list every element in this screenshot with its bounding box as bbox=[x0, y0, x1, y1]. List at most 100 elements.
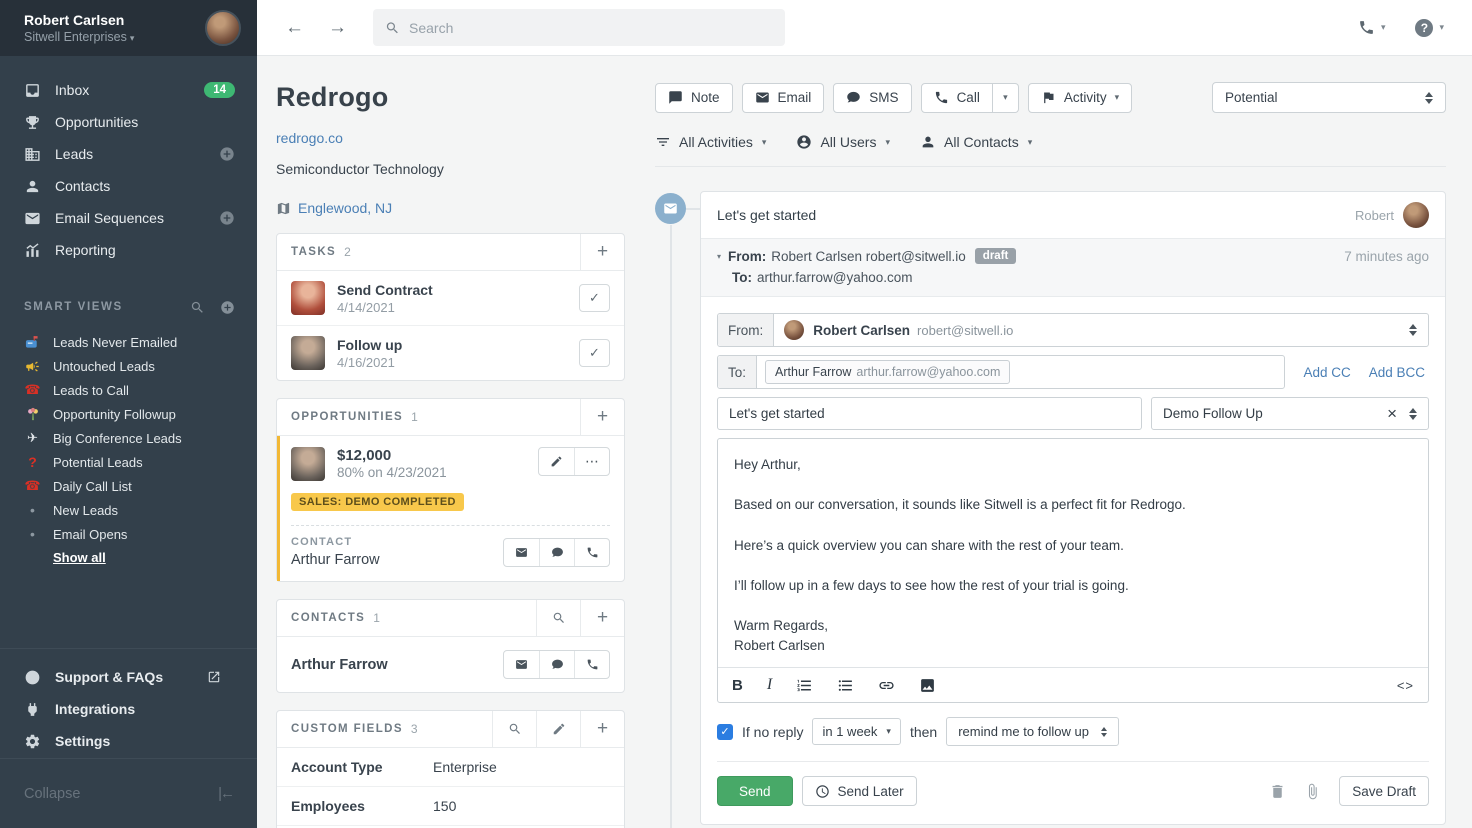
org-switcher[interactable]: Robert Carlsen Sitwell Enterprises▾ bbox=[0, 0, 257, 56]
recipient-chip[interactable]: Arthur Farrow arthur.farrow@yahoo.com bbox=[765, 360, 1010, 384]
numbered-list-button[interactable] bbox=[796, 677, 813, 694]
activity-feed: Let's get started Robert ▾ From: Robert … bbox=[655, 191, 1446, 828]
followup-when-select[interactable]: in 1 week ▾ bbox=[812, 718, 900, 745]
show-all-link[interactable]: Show all bbox=[53, 550, 106, 565]
more-options-button[interactable]: ⋯ bbox=[574, 448, 609, 475]
search-input[interactable] bbox=[409, 20, 773, 36]
search-fields-button[interactable] bbox=[492, 711, 536, 747]
bouquet-icon bbox=[24, 406, 41, 422]
sidebar-item-inbox[interactable]: Inbox 14 bbox=[0, 74, 257, 106]
custom-field-row[interactable]: Account Type Enterprise bbox=[277, 748, 624, 786]
collapse-sidebar-button[interactable]: Collapse |← bbox=[0, 758, 257, 828]
template-select[interactable]: Demo Follow Up × bbox=[1151, 397, 1429, 430]
sidebar-item-support[interactable]: Support & FAQs bbox=[0, 661, 257, 693]
forward-button[interactable]: → bbox=[328, 17, 347, 39]
edit-fields-button[interactable] bbox=[536, 711, 580, 747]
filter-all-contacts[interactable]: All Contacts ▾ bbox=[920, 134, 1032, 150]
email-contact-button[interactable] bbox=[504, 651, 539, 678]
add-sequence-button[interactable] bbox=[219, 210, 235, 226]
email-meta: ▾ From: Robert Carlsen robert@sitwell.io… bbox=[701, 238, 1445, 297]
smart-view-leads-never-emailed[interactable]: Leads Never Emailed bbox=[0, 330, 257, 354]
sidebar-item-opportunities[interactable]: Opportunities bbox=[0, 106, 257, 138]
sms-contact-button[interactable] bbox=[539, 539, 574, 566]
smart-view-opportunity-followup[interactable]: Opportunity Followup bbox=[0, 402, 257, 426]
html-mode-button[interactable]: <> bbox=[1397, 678, 1414, 693]
search-contacts-button[interactable] bbox=[536, 600, 580, 636]
add-bcc-link[interactable]: Add BCC bbox=[1369, 365, 1425, 380]
custom-field-row[interactable]: Employees 150 bbox=[277, 787, 624, 825]
subject-input[interactable] bbox=[717, 397, 1142, 430]
if-no-reply-checkbox[interactable]: ✓ bbox=[717, 724, 733, 740]
filter-all-users[interactable]: All Users ▾ bbox=[796, 134, 890, 150]
send-later-button[interactable]: Send Later bbox=[802, 776, 917, 806]
avatar bbox=[1403, 202, 1429, 228]
bold-button[interactable]: B bbox=[732, 677, 743, 694]
sidebar-item-leads[interactable]: Leads bbox=[0, 138, 257, 170]
lead-status-select[interactable]: Potential bbox=[1212, 82, 1446, 113]
global-search[interactable] bbox=[373, 9, 785, 46]
email-body-editor[interactable]: Hey Arthur, Based on our conversation, i… bbox=[717, 438, 1429, 703]
sidebar-item-reporting[interactable]: Reporting bbox=[0, 234, 257, 266]
sms-contact-button[interactable] bbox=[539, 651, 574, 678]
sidebar-item-email-sequences[interactable]: Email Sequences bbox=[0, 202, 257, 234]
send-button[interactable]: Send bbox=[717, 776, 793, 806]
phone-menu[interactable]: ▾ bbox=[1358, 19, 1386, 36]
search-icon[interactable] bbox=[190, 300, 205, 315]
lead-location-link[interactable]: Englewood, NJ bbox=[298, 200, 392, 216]
complete-task-button[interactable]: ✓ bbox=[579, 339, 610, 367]
task-row[interactable]: Send Contract 4/14/2021 ✓ bbox=[277, 271, 624, 325]
call-contact-button[interactable] bbox=[574, 539, 609, 566]
delete-draft-button[interactable] bbox=[1269, 783, 1286, 800]
email-contact-button[interactable] bbox=[504, 539, 539, 566]
from-select[interactable]: From: Robert Carlsen robert@sitwell.io bbox=[717, 313, 1429, 347]
help-menu[interactable]: ? ▾ bbox=[1415, 19, 1444, 37]
add-cc-link[interactable]: Add CC bbox=[1303, 365, 1350, 380]
opportunities-count: 1 bbox=[411, 410, 418, 424]
collapse-email-icon[interactable]: ▾ bbox=[717, 252, 721, 261]
back-button[interactable]: ← bbox=[285, 17, 304, 39]
add-task-button[interactable]: + bbox=[580, 234, 624, 270]
italic-button[interactable]: I bbox=[767, 676, 772, 694]
note-button[interactable]: Note bbox=[655, 83, 733, 113]
add-opportunity-button[interactable]: + bbox=[580, 399, 624, 435]
user-avatar[interactable] bbox=[205, 10, 241, 46]
add-contact-button[interactable]: + bbox=[580, 600, 624, 636]
add-field-button[interactable]: + bbox=[580, 711, 624, 747]
complete-task-button[interactable]: ✓ bbox=[579, 284, 610, 312]
save-draft-button[interactable]: Save Draft bbox=[1339, 776, 1429, 806]
add-lead-button[interactable] bbox=[219, 146, 235, 162]
smart-view-leads-to-call[interactable]: ☎ Leads to Call bbox=[0, 378, 257, 402]
to-field[interactable]: To: Arthur Farrow arthur.farrow@yahoo.co… bbox=[717, 355, 1285, 389]
numbered-list-icon bbox=[796, 677, 813, 694]
task-row[interactable]: Follow up 4/16/2021 ✓ bbox=[277, 326, 624, 380]
bulleted-list-button[interactable] bbox=[837, 677, 854, 694]
activity-button[interactable]: Activity ▾ bbox=[1028, 83, 1132, 113]
person-circle-icon bbox=[796, 134, 812, 150]
call-button[interactable]: Call bbox=[921, 83, 993, 113]
link-button[interactable] bbox=[878, 677, 895, 694]
stepper-icon bbox=[1409, 408, 1417, 420]
attach-file-button[interactable] bbox=[1304, 783, 1321, 800]
smart-view-big-conference-leads[interactable]: ✈ Big Conference Leads bbox=[0, 426, 257, 450]
image-button[interactable] bbox=[919, 677, 936, 694]
contact-row[interactable]: Arthur Farrow bbox=[277, 637, 624, 692]
call-contact-button[interactable] bbox=[574, 651, 609, 678]
smart-view-potential-leads[interactable]: ? Potential Leads bbox=[0, 450, 257, 474]
email-button[interactable]: Email bbox=[742, 83, 825, 113]
edit-opportunity-button[interactable] bbox=[539, 448, 574, 475]
add-smart-view-icon[interactable] bbox=[220, 300, 235, 315]
sms-button[interactable]: SMS bbox=[833, 83, 911, 113]
filter-all-activities[interactable]: All Activities ▾ bbox=[655, 134, 766, 150]
smart-view-untouched-leads[interactable]: Untouched Leads bbox=[0, 354, 257, 378]
call-options-button[interactable]: ▾ bbox=[993, 83, 1019, 113]
draft-badge: draft bbox=[975, 248, 1017, 264]
followup-action-select[interactable]: remind me to follow up bbox=[946, 717, 1119, 746]
smart-view-daily-call-list[interactable]: ☎ Daily Call List bbox=[0, 474, 257, 498]
sidebar-item-settings[interactable]: Settings bbox=[0, 725, 257, 757]
lead-website-link[interactable]: redrogo.co bbox=[276, 130, 343, 146]
clear-template-icon[interactable]: × bbox=[1387, 405, 1397, 422]
smart-view-email-opens[interactable]: • Email Opens bbox=[0, 522, 257, 546]
smart-view-new-leads[interactable]: • New Leads bbox=[0, 498, 257, 522]
sidebar-item-integrations[interactable]: Integrations bbox=[0, 693, 257, 725]
sidebar-item-contacts[interactable]: Contacts bbox=[0, 170, 257, 202]
